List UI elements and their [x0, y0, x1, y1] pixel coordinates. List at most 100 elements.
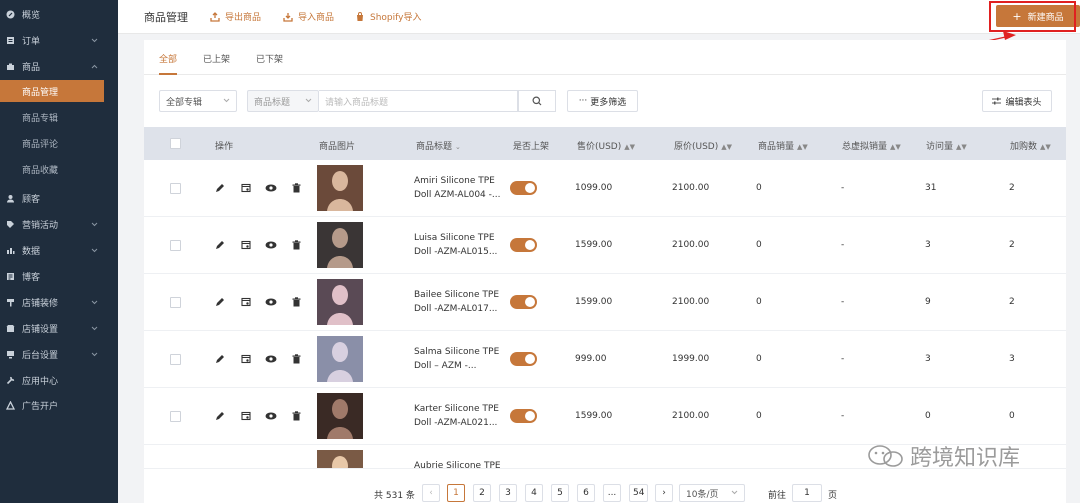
sidebar-item-customers[interactable]: 顾客 — [0, 186, 118, 210]
col-visits[interactable]: 访问量 ▲▼ — [926, 139, 967, 152]
page-size-select[interactable]: 10条/页 — [679, 484, 745, 502]
page-3[interactable]: 3 — [499, 484, 517, 502]
prev-page-button[interactable]: ‹ — [422, 484, 440, 502]
view-icon[interactable] — [265, 354, 277, 364]
product-image[interactable] — [317, 279, 363, 325]
row-checkbox[interactable] — [170, 411, 181, 422]
product-image[interactable] — [317, 222, 363, 268]
delete-icon[interactable] — [292, 183, 301, 193]
view-icon[interactable] — [265, 468, 277, 469]
row-checkbox[interactable] — [170, 240, 181, 251]
page-4[interactable]: 4 — [525, 484, 543, 502]
view-icon[interactable] — [265, 297, 277, 307]
row-checkbox[interactable] — [170, 468, 181, 469]
row-checkbox[interactable] — [170, 354, 181, 365]
tab-delisted[interactable]: 已下架 — [256, 52, 283, 65]
collection-select[interactable]: 全部专辑 — [159, 90, 237, 112]
col-title[interactable]: 商品标题 ⌄ — [416, 139, 461, 152]
listed-toggle[interactable] — [510, 352, 537, 366]
product-image[interactable] — [317, 393, 363, 439]
product-title[interactable]: Aubrie Silicone TPE — [414, 459, 510, 468]
row-checkbox[interactable] — [170, 297, 181, 308]
copy-icon[interactable] — [241, 183, 251, 193]
edit-icon[interactable] — [215, 468, 225, 469]
view-icon[interactable] — [265, 183, 277, 193]
sidebar-item-store-design[interactable]: 店铺装修 — [0, 290, 118, 314]
select-all-checkbox[interactable] — [170, 138, 181, 149]
search-button[interactable] — [518, 90, 556, 112]
copy-icon[interactable] — [241, 468, 251, 469]
edit-icon[interactable] — [215, 411, 225, 421]
sidebar-sub-product-management[interactable]: 商品管理 — [0, 80, 104, 102]
copy-icon[interactable] — [241, 297, 251, 307]
delete-icon[interactable] — [292, 411, 301, 421]
sidebar-item-ads[interactable]: 广告开户 — [0, 393, 118, 417]
product-image[interactable] — [317, 450, 363, 468]
edit-icon[interactable] — [215, 297, 225, 307]
listed-toggle[interactable] — [510, 181, 537, 195]
sidebar-item-label: 博客 — [22, 272, 41, 283]
delete-icon[interactable] — [292, 240, 301, 250]
copy-icon[interactable] — [241, 411, 251, 421]
listed-toggle[interactable] — [510, 295, 537, 309]
page-5[interactable]: 5 — [551, 484, 569, 502]
more-filters-button[interactable]: ··· 更多筛选 — [567, 90, 638, 112]
col-original-price[interactable]: 原价(USD) ▲▼ — [674, 139, 732, 152]
col-add-to-cart[interactable]: 加购数 ▲▼ — [1010, 139, 1051, 152]
product-list-card: 全部 已上架 已下架 全部专辑 商品标题 请输入商品标题 ··· 更多筛选 编辑… — [144, 40, 1066, 503]
col-title-label: 商品标题 — [416, 142, 453, 152]
view-icon[interactable] — [265, 240, 277, 250]
page-6[interactable]: 6 — [577, 484, 595, 502]
copy-icon[interactable] — [241, 354, 251, 364]
shopify-import-link[interactable]: Shopify导入 — [355, 10, 421, 23]
col-virtual-sales[interactable]: 总虚拟销量 ▲▼ — [842, 139, 901, 152]
delete-icon[interactable] — [292, 297, 301, 307]
product-title[interactable]: Salma Silicone TPE Doll – AZM -... — [414, 345, 510, 373]
sidebar-item-store-settings[interactable]: 店铺设置 — [0, 316, 118, 340]
product-title[interactable]: Karter Silicone TPE Doll -AZM-AL021... — [414, 402, 510, 430]
product-title[interactable]: Amiri Silicone TPE Doll AZM-AL004 -... — [414, 174, 510, 202]
sidebar-item-products[interactable]: 商品 — [0, 54, 118, 78]
listed-toggle[interactable] — [510, 238, 537, 252]
sidebar-item-app-center[interactable]: 应用中心 — [0, 368, 118, 392]
edit-icon[interactable] — [215, 354, 225, 364]
page-ellipsis[interactable]: ... — [603, 484, 621, 502]
tab-listed[interactable]: 已上架 — [203, 52, 230, 65]
sidebar-item-blog[interactable]: 博客 — [0, 264, 118, 288]
col-sales[interactable]: 商品销量 ▲▼ — [758, 139, 808, 152]
page-54[interactable]: 54 — [629, 484, 649, 502]
listed-toggle[interactable] — [510, 409, 537, 423]
sidebar-item-marketing[interactable]: 营销活动 — [0, 212, 118, 236]
product-title[interactable]: Bailee Silicone TPE Doll -AZM-AL017... — [414, 288, 510, 316]
sidebar-item-orders[interactable]: 订单 — [0, 28, 118, 52]
col-price[interactable]: 售价(USD) ▲▼ — [577, 139, 635, 152]
delete-icon[interactable] — [292, 468, 301, 469]
sidebar-item-admin-settings[interactable]: 后台设置 — [0, 342, 118, 366]
export-products-link[interactable]: 导出商品 — [210, 10, 261, 23]
sidebar-item-data[interactable]: 数据 — [0, 238, 118, 262]
product-image[interactable] — [317, 336, 363, 382]
copy-icon[interactable] — [241, 240, 251, 250]
sidebar-item-overview[interactable]: 概览 — [0, 2, 118, 26]
sidebar-sub-product-reviews[interactable]: 商品评论 — [0, 132, 118, 154]
page-1[interactable]: 1 — [447, 484, 465, 502]
sidebar-sub-product-collections[interactable]: 商品专辑 — [0, 106, 118, 128]
view-icon[interactable] — [265, 411, 277, 421]
edit-icon[interactable] — [215, 183, 225, 193]
sales-cell: 0 — [756, 297, 762, 307]
product-image[interactable] — [317, 165, 363, 211]
search-input[interactable]: 请输入商品标题 — [319, 90, 518, 112]
import-products-link[interactable]: 导入商品 — [283, 10, 334, 23]
page-2[interactable]: 2 — [473, 484, 491, 502]
sidebar-sub-product-favorites[interactable]: 商品收藏 — [0, 158, 118, 180]
row-checkbox[interactable] — [170, 183, 181, 194]
delete-icon[interactable] — [292, 354, 301, 364]
product-title[interactable]: Luisa Silicone TPE Doll -AZM-AL015... — [414, 231, 510, 259]
search-field-select[interactable]: 商品标题 — [247, 90, 319, 112]
tab-all[interactable]: 全部 — [159, 52, 177, 65]
sales-cell: 0 — [756, 354, 762, 364]
next-page-button[interactable]: › — [655, 484, 673, 502]
goto-page-input[interactable]: 1 — [792, 484, 822, 502]
edit-icon[interactable] — [215, 240, 225, 250]
edit-columns-button[interactable]: 编辑表头 — [982, 90, 1052, 112]
